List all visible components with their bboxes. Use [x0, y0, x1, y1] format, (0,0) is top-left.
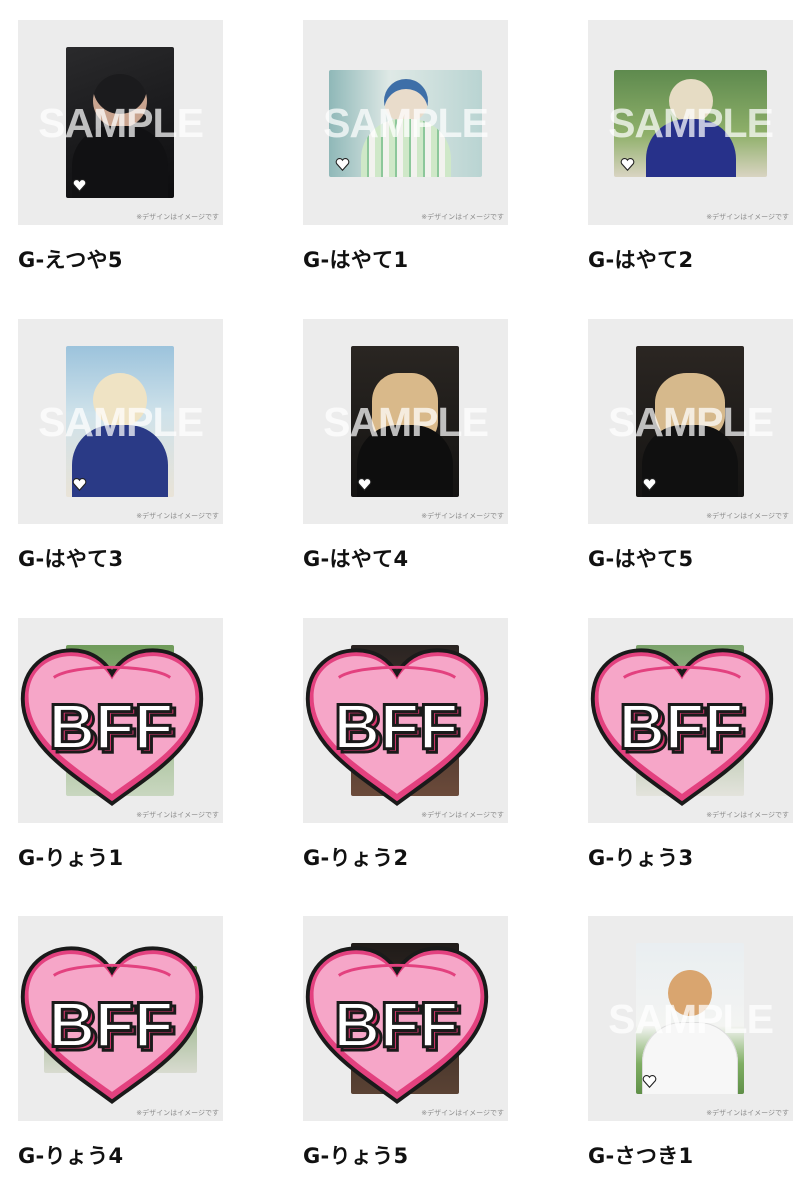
sample-watermark: SAMPLE — [608, 996, 774, 1042]
design-disclaimer: ※デザインはイメージです — [706, 811, 789, 819]
product-card-hayate5[interactable]: SAMPLE ※デザインはイメージです G-はやて5 — [588, 319, 793, 572]
design-disclaimer: ※デザインはイメージです — [136, 1109, 219, 1117]
product-card-satsuki1[interactable]: SAMPLE ※デザインはイメージです G-さつき1 — [588, 916, 793, 1169]
sample-watermark: SAMPLE — [608, 100, 774, 146]
design-disclaimer: ※デザインはイメージです — [706, 1109, 789, 1117]
product-name[interactable]: G-えつや5 — [18, 247, 223, 273]
design-disclaimer: ※デザインはイメージです — [706, 213, 789, 221]
product-name[interactable]: G-りょう1 — [18, 845, 223, 871]
product-thumbnail[interactable]: SAMPLE ※デザインはイメージです — [588, 319, 793, 524]
product-thumbnail[interactable]: SAMPLE ※デザインはイメージです — [18, 20, 223, 225]
bff-heart-sticker: BFF BFF — [305, 648, 489, 807]
product-card-hayate2[interactable]: SAMPLE ※デザインはイメージです G-はやて2 — [588, 20, 793, 273]
bff-sticker-text: BFF — [334, 690, 458, 762]
product-name[interactable]: G-はやて4 — [303, 546, 508, 572]
product-thumbnail[interactable]: BFF BFF ※デザインはイメージです — [303, 618, 508, 823]
product-name[interactable]: G-はやて3 — [18, 546, 223, 572]
product-thumbnail[interactable]: BFF BFF ※デザインはイメージです — [18, 916, 223, 1121]
product-name[interactable]: G-はやて2 — [588, 247, 793, 273]
design-disclaimer: ※デザインはイメージです — [421, 811, 504, 819]
sample-watermark: SAMPLE — [608, 399, 774, 445]
design-disclaimer: ※デザインはイメージです — [421, 1109, 504, 1117]
bff-sticker-text: BFF — [49, 690, 173, 762]
design-disclaimer: ※デザインはイメージです — [136, 213, 219, 221]
product-thumbnail[interactable]: SAMPLE ※デザインはイメージです — [588, 20, 793, 225]
product-thumbnail[interactable]: SAMPLE ※デザインはイメージです — [303, 319, 508, 524]
sample-watermark: SAMPLE — [38, 100, 204, 146]
product-card-hayate3[interactable]: SAMPLE ※デザインはイメージです G-はやて3 — [18, 319, 223, 572]
product-name[interactable]: G-りょう5 — [303, 1143, 508, 1169]
design-disclaimer: ※デザインはイメージです — [706, 512, 789, 520]
product-name[interactable]: G-はやて5 — [588, 546, 793, 572]
product-thumbnail[interactable]: BFF BFF ※デザインはイメージです — [18, 618, 223, 823]
product-card-hayate1[interactable]: SAMPLE ※デザインはイメージです G-はやて1 — [303, 20, 508, 273]
product-card-hayate4[interactable]: SAMPLE ※デザインはイメージです G-はやて4 — [303, 319, 508, 572]
bff-sticker-text: BFF — [49, 988, 173, 1060]
product-name[interactable]: G-りょう2 — [303, 845, 508, 871]
design-disclaimer: ※デザインはイメージです — [136, 811, 219, 819]
product-card-ryou5[interactable]: BFF BFF ※デザインはイメージです G-りょう5 — [303, 916, 508, 1169]
bff-heart-sticker: BFF BFF — [590, 648, 774, 807]
design-disclaimer: ※デザインはイメージです — [136, 512, 219, 520]
product-name[interactable]: G-りょう3 — [588, 845, 793, 871]
bff-heart-sticker: BFF BFF — [20, 946, 204, 1105]
bff-sticker-text: BFF — [619, 690, 743, 762]
product-name[interactable]: G-はやて1 — [303, 247, 508, 273]
sample-watermark: SAMPLE — [323, 100, 489, 146]
product-name[interactable]: G-さつき1 — [588, 1143, 793, 1169]
product-thumbnail[interactable]: SAMPLE ※デザインはイメージです — [18, 319, 223, 524]
product-card-etsuya5[interactable]: SAMPLE ※デザインはイメージです G-えつや5 — [18, 20, 223, 273]
product-thumbnail[interactable]: BFF BFF ※デザインはイメージです — [588, 618, 793, 823]
product-card-ryou4[interactable]: BFF BFF ※デザインはイメージです G-りょう4 — [18, 916, 223, 1169]
product-thumbnail[interactable]: SAMPLE ※デザインはイメージです — [303, 20, 508, 225]
design-disclaimer: ※デザインはイメージです — [421, 213, 504, 221]
bff-heart-sticker: BFF BFF — [20, 648, 204, 807]
product-thumbnail[interactable]: SAMPLE ※デザインはイメージです — [588, 916, 793, 1121]
product-card-ryou2[interactable]: BFF BFF ※デザインはイメージです G-りょう2 — [303, 618, 508, 871]
product-name[interactable]: G-りょう4 — [18, 1143, 223, 1169]
bff-heart-sticker: BFF BFF — [305, 946, 489, 1105]
product-card-ryou3[interactable]: BFF BFF ※デザインはイメージです G-りょう3 — [588, 618, 793, 871]
sample-watermark: SAMPLE — [323, 399, 489, 445]
product-card-ryou1[interactable]: BFF BFF ※デザインはイメージです G-りょう1 — [18, 618, 223, 871]
sample-watermark: SAMPLE — [38, 399, 204, 445]
bff-sticker-text: BFF — [334, 988, 458, 1060]
design-disclaimer: ※デザインはイメージです — [421, 512, 504, 520]
product-thumbnail[interactable]: BFF BFF ※デザインはイメージです — [303, 916, 508, 1121]
